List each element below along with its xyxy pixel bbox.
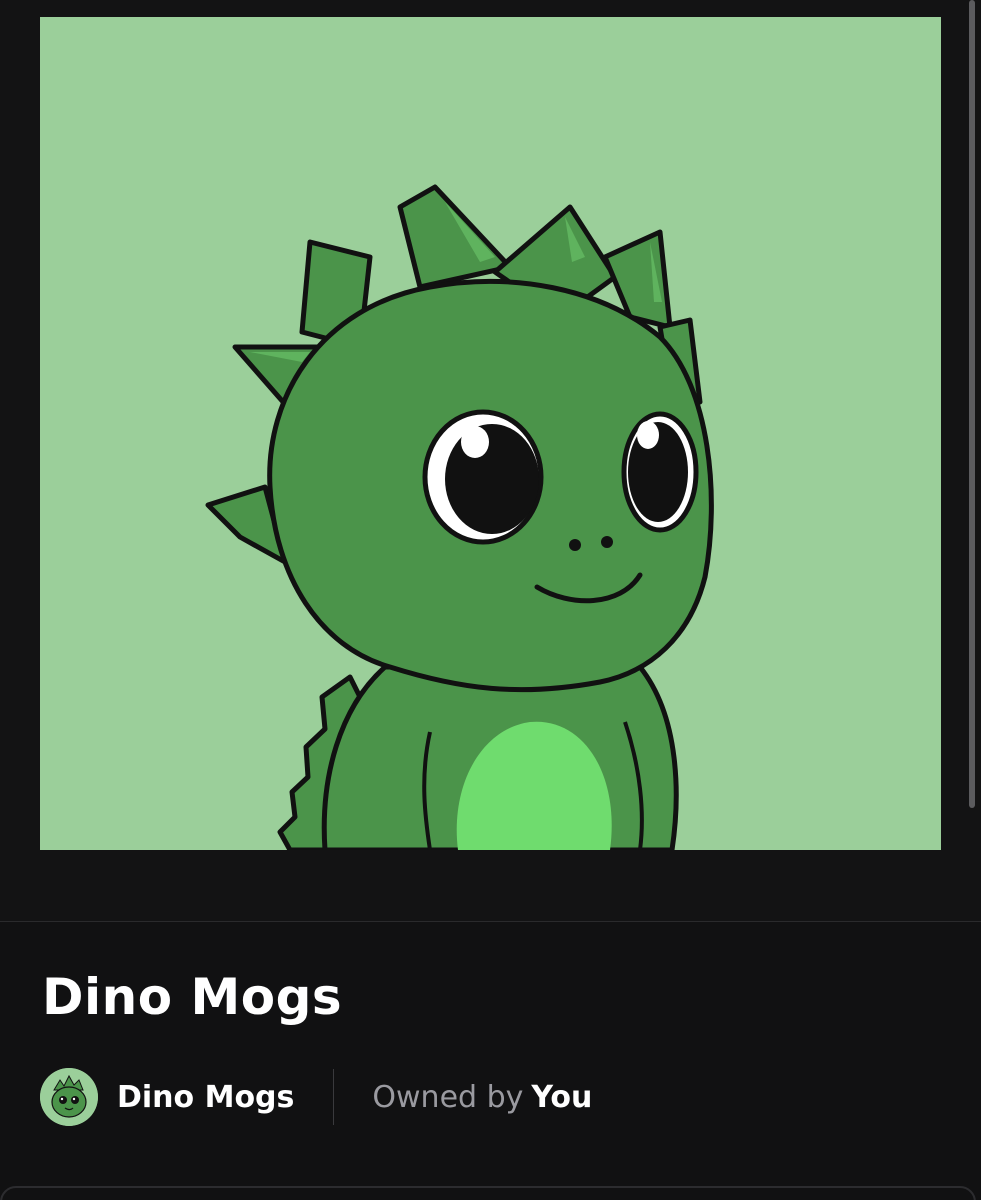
- collection-link[interactable]: Dino Mogs: [40, 1068, 294, 1126]
- collection-avatar[interactable]: [40, 1068, 98, 1126]
- next-section-card: [0, 1186, 976, 1200]
- nft-meta-row: Dino Mogs Owned by You: [40, 1066, 592, 1128]
- nft-image-panel: [0, 0, 981, 921]
- dino-avatar-icon: [40, 1068, 98, 1126]
- meta-divider: [333, 1069, 335, 1125]
- scrollbar-thumb[interactable]: [969, 0, 975, 808]
- dino-character-illustration: [40, 17, 941, 850]
- nft-title: Dino Mogs: [42, 968, 343, 1026]
- owner-name-link[interactable]: You: [531, 1080, 592, 1115]
- section-divider: [0, 921, 981, 922]
- nft-artwork-image[interactable]: [40, 17, 941, 850]
- collection-name[interactable]: Dino Mogs: [117, 1080, 294, 1115]
- owned-by-label: Owned by: [372, 1079, 524, 1115]
- scrollbar[interactable]: [965, 0, 981, 820]
- nft-detail-page: Dino Mogs Dino Mogs Owned by You: [0, 0, 981, 1200]
